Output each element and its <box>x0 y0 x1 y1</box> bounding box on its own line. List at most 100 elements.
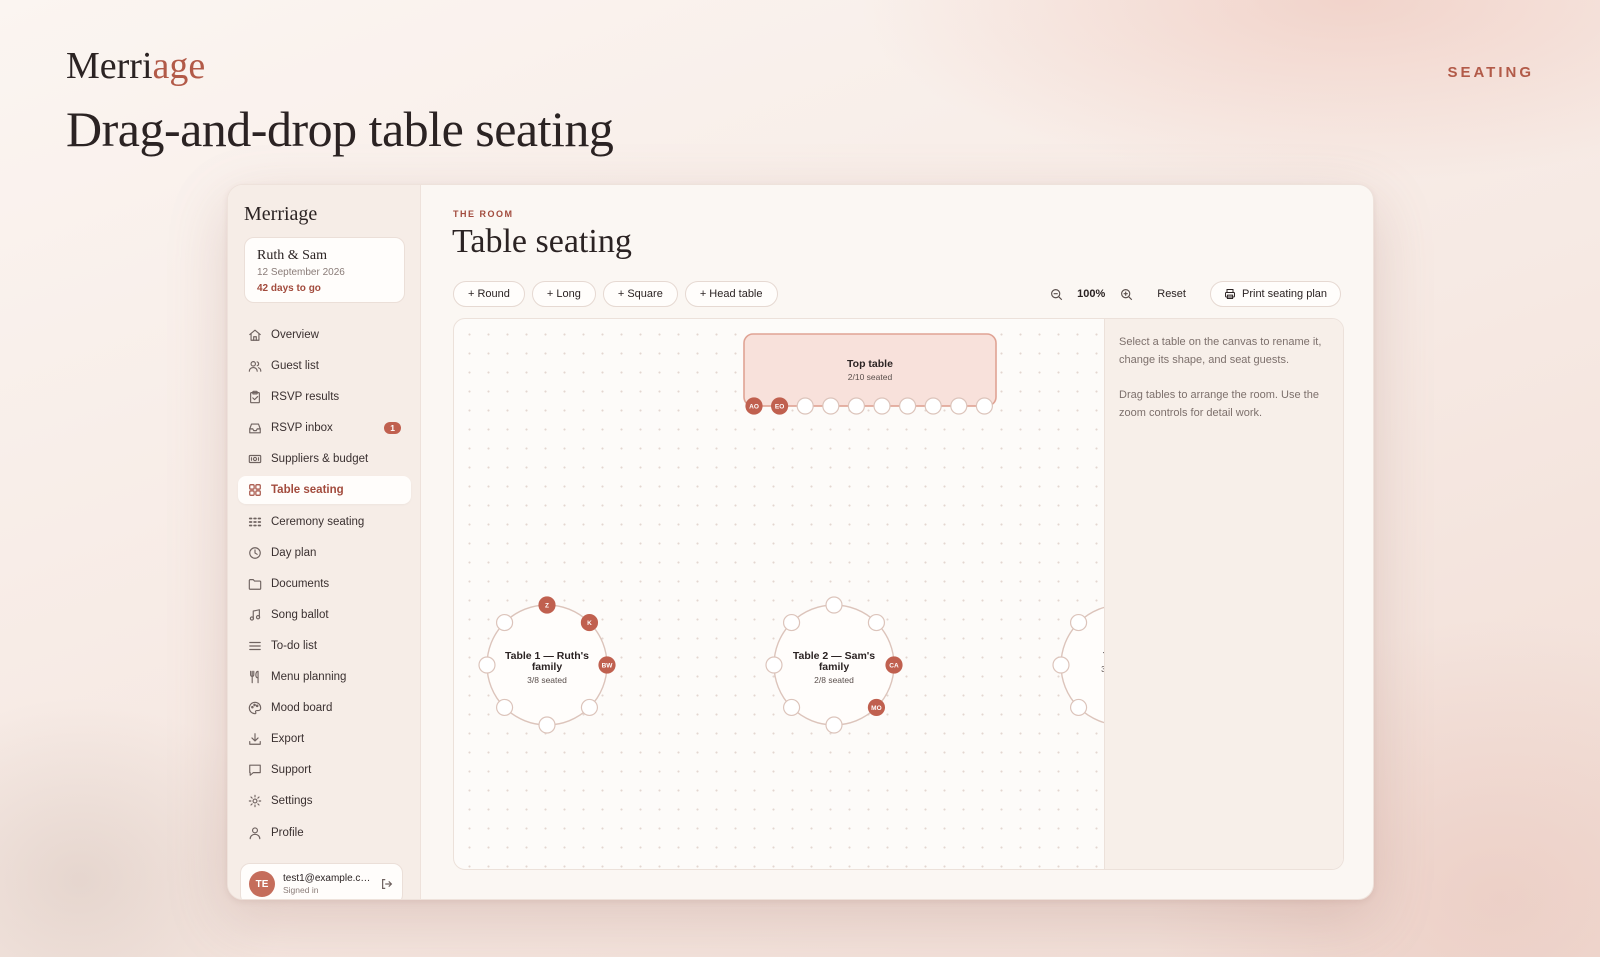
money-icon <box>248 455 262 464</box>
page-eyebrow: THE ROOM <box>453 209 514 219</box>
printer-icon <box>1225 289 1235 299</box>
seat-empty[interactable] <box>950 397 968 415</box>
sidebar-item-profile[interactable]: Profile <box>238 819 411 847</box>
seat-circle <box>975 397 994 415</box>
seat-empty[interactable] <box>899 397 917 415</box>
print-seating-plan-button[interactable]: Print seating plan <box>1210 281 1341 307</box>
seat-initials: Z <box>545 603 549 610</box>
sidebar-item-label: To-do list <box>271 639 318 652</box>
seat-occupied[interactable]: BW <box>598 656 616 674</box>
table-label: Table 3 3/8 seated <box>1073 651 1104 675</box>
seat-empty[interactable] <box>478 656 496 674</box>
seat-occupied[interactable]: K <box>580 613 599 632</box>
list-icon <box>249 641 261 651</box>
unread-badge: 1 <box>384 422 401 435</box>
seat-empty[interactable] <box>1052 656 1070 674</box>
seat-empty[interactable] <box>825 716 843 734</box>
seat-initials: MO <box>871 705 881 712</box>
seat-empty[interactable] <box>495 613 514 632</box>
reset-zoom-button[interactable]: Reset <box>1157 288 1186 300</box>
sidebar-item-export[interactable]: Export <box>238 725 411 753</box>
user-email: test1@example.com <box>283 873 371 884</box>
seat-empty[interactable] <box>782 698 801 717</box>
zoom-in-button[interactable] <box>1113 281 1139 307</box>
seat-empty[interactable] <box>847 397 865 415</box>
seat-initials: CA <box>889 663 899 670</box>
sidebar-item-rsvp-results[interactable]: RSVP results <box>238 383 411 411</box>
table-name: Top table <box>847 358 893 370</box>
sidebar-item-label: Table seating <box>271 484 344 497</box>
seat-empty[interactable] <box>538 716 556 734</box>
seat-empty[interactable] <box>782 613 801 632</box>
seat-circle <box>765 656 783 674</box>
sidebar-item-label: Day plan <box>271 546 317 559</box>
music-icon <box>249 609 261 621</box>
add-long-button[interactable]: + Long <box>531 281 596 307</box>
seat-empty[interactable] <box>1069 698 1088 717</box>
seat-empty[interactable] <box>873 397 891 415</box>
download-icon <box>249 733 261 746</box>
seat-occupied[interactable]: AO <box>745 397 763 415</box>
seat-empty[interactable] <box>580 698 599 717</box>
sidebar-item-label: Export <box>271 733 305 746</box>
seat-occupied[interactable]: CA <box>885 656 903 674</box>
zoom-in-icon <box>1120 288 1132 300</box>
sidebar-item-label: Suppliers & budget <box>271 453 369 466</box>
sidebar-item-suppliers-budget[interactable]: Suppliers & budget <box>238 445 411 473</box>
seating-canvas[interactable]: AO EO Z K BW CA MO Top table 2/10 seated Table 1… <box>454 319 1104 869</box>
seat-circle <box>825 716 843 734</box>
seat-occupied[interactable]: MO <box>867 698 886 717</box>
sidebar-item-documents[interactable]: Documents <box>238 570 411 598</box>
sidebar-item-to-do-list[interactable]: To-do list <box>238 632 411 660</box>
seat-occupied[interactable]: Z <box>538 596 556 614</box>
info-drag-hint: Drag tables to arrange the room. Use the… <box>1119 389 1319 419</box>
hero-brand-text: Merri <box>66 45 153 87</box>
sidebar-item-guest-list[interactable]: Guest list <box>238 352 411 380</box>
sidebar-item-support[interactable]: Support <box>238 756 411 784</box>
zoom-out-button[interactable] <box>1043 281 1069 307</box>
seat-circle <box>825 596 843 614</box>
sidebar-brand: Merriage <box>244 203 318 225</box>
sidebar-item-mood-board[interactable]: Mood board <box>238 694 411 722</box>
avatar[interactable]: TE <box>249 871 275 897</box>
sidebar-item-table-seating[interactable]: Table seating <box>238 476 411 505</box>
logout-icon[interactable] <box>380 877 394 891</box>
sidebar-item-menu-planning[interactable]: Menu planning <box>238 663 411 691</box>
table-name: Table 2 — Sam's family <box>792 650 876 673</box>
home-icon <box>249 329 261 341</box>
zoom-level: 100% <box>1077 288 1106 300</box>
sidebar-item-ceremony-seating[interactable]: Ceremony seating <box>238 508 411 536</box>
couple-card[interactable]: Ruth & Sam 12 September 2026 42 days to … <box>244 237 405 303</box>
seat-empty[interactable] <box>495 698 514 717</box>
seat-circle <box>867 613 886 632</box>
seat-circle <box>495 613 514 632</box>
seat-occupied[interactable]: EO <box>771 397 789 415</box>
grid-icon <box>249 484 261 497</box>
seat-empty[interactable] <box>825 596 843 614</box>
gear-icon <box>248 795 262 808</box>
add-round-button[interactable]: + Round <box>453 281 525 307</box>
seat-circle <box>1069 698 1088 717</box>
seat-empty[interactable] <box>1069 613 1088 632</box>
seat-empty[interactable] <box>975 397 994 415</box>
table-name: Table 1 — Ruth's family <box>505 650 589 673</box>
seat-circle <box>782 698 801 717</box>
seat-empty[interactable] <box>822 397 840 415</box>
add-head-table-button[interactable]: + Head table <box>684 281 778 307</box>
sidebar-item-label: Ceremony seating <box>271 515 365 528</box>
seats-icon <box>248 517 262 526</box>
table-toolbar: + Round + Long + Square + Head table <box>453 281 778 307</box>
seat-circle <box>495 698 514 717</box>
seat-empty[interactable] <box>924 397 942 415</box>
sidebar-item-rsvp-inbox[interactable]: RSVP inbox 1 <box>238 414 411 442</box>
seat-empty[interactable] <box>867 613 886 632</box>
seat-empty[interactable] <box>796 397 814 415</box>
seat-empty[interactable] <box>765 656 783 674</box>
sidebar-item-song-ballot[interactable]: Song ballot <box>238 601 411 629</box>
zoom-out-icon <box>1050 288 1062 300</box>
sidebar-item-label: Menu planning <box>271 671 347 684</box>
sidebar-item-day-plan[interactable]: Day plan <box>238 539 411 567</box>
sidebar-item-overview[interactable]: Overview <box>238 321 411 349</box>
add-square-button[interactable]: + Square <box>602 281 678 307</box>
sidebar-item-settings[interactable]: Settings <box>238 787 411 815</box>
